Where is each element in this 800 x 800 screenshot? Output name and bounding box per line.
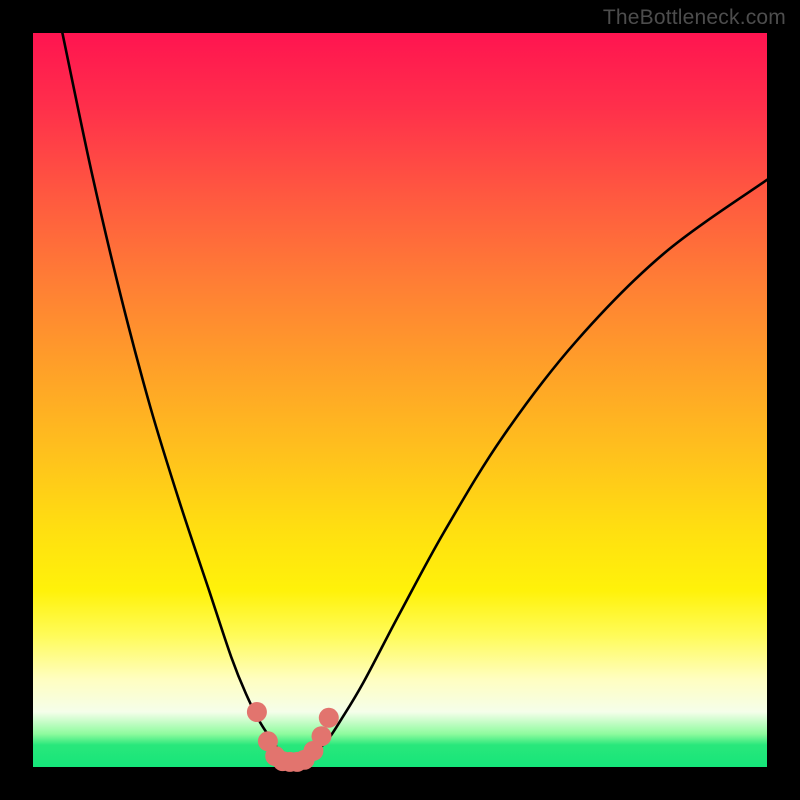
- chart-svg: [33, 33, 767, 767]
- highlight-markers: [247, 702, 339, 772]
- bottleneck-curve: [62, 33, 767, 762]
- marker-dot: [319, 708, 339, 728]
- marker-dot: [247, 702, 267, 722]
- chart-frame: TheBottleneck.com: [0, 0, 800, 800]
- watermark-text: TheBottleneck.com: [603, 6, 786, 30]
- marker-dot: [312, 726, 332, 746]
- curve-path-group: [62, 33, 767, 762]
